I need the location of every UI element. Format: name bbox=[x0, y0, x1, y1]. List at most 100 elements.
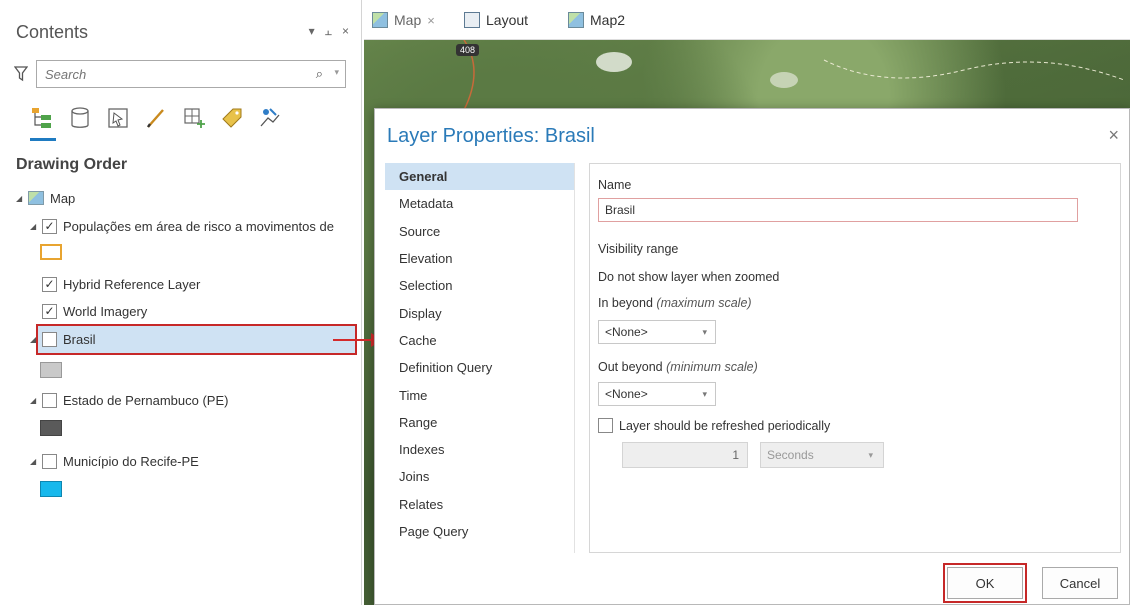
chevron-down-icon: ▾ bbox=[702, 327, 707, 337]
close-icon[interactable]: × bbox=[342, 24, 349, 39]
out-beyond-label: Out beyond (minimum scale) bbox=[598, 360, 758, 374]
name-field[interactable]: Brasil bbox=[598, 198, 1078, 222]
layer-item-hybrid-reference[interactable]: ✓ Hybrid Reference Layer bbox=[42, 272, 200, 296]
nav-item-range[interactable]: Range bbox=[385, 409, 574, 436]
layer-visibility-checkbox[interactable] bbox=[42, 453, 57, 469]
nav-item-time[interactable]: Time bbox=[385, 381, 574, 408]
refresh-unit-select[interactable]: Seconds ▾ bbox=[760, 442, 884, 468]
layer-properties-dialog: Layer Properties: Brasil × General Metad… bbox=[374, 108, 1130, 605]
nav-item-joins[interactable]: Joins bbox=[385, 463, 574, 490]
active-tool-indicator bbox=[30, 138, 56, 141]
chevron-down-icon[interactable]: ▾ bbox=[334, 67, 339, 78]
layer-visibility-checkbox[interactable] bbox=[42, 392, 57, 408]
nav-item-cache[interactable]: Cache bbox=[385, 327, 574, 354]
nav-item-indexes[interactable]: Indexes bbox=[385, 436, 574, 463]
list-by-selection-icon[interactable] bbox=[104, 104, 132, 132]
list-by-labeling-icon[interactable] bbox=[218, 104, 246, 132]
cancel-button[interactable]: Cancel bbox=[1042, 567, 1118, 599]
tab-label: Map bbox=[394, 12, 422, 28]
tab-label: Map2 bbox=[590, 12, 626, 28]
refresh-interval-input[interactable]: 1 bbox=[622, 442, 748, 468]
map-node[interactable]: ◢ Map bbox=[16, 186, 75, 210]
layer-symbol-swatch[interactable] bbox=[40, 244, 62, 260]
list-by-drawing-order-icon[interactable] bbox=[28, 104, 56, 132]
tab-map[interactable]: Map × bbox=[372, 12, 435, 28]
layer-visibility-checkbox[interactable]: ✓ bbox=[42, 218, 57, 234]
tab-layout[interactable]: Layout bbox=[464, 12, 528, 28]
annotation-arrow-line bbox=[333, 339, 373, 341]
close-icon[interactable]: × bbox=[427, 13, 435, 28]
layer-symbol-swatch[interactable] bbox=[40, 481, 62, 497]
nav-item-display[interactable]: Display bbox=[385, 299, 574, 326]
pin-icon[interactable]: ⫠ bbox=[325, 24, 332, 39]
tab-label: Layout bbox=[486, 12, 529, 28]
layer-item-populacoes[interactable]: ◢ ✓ Populações em área de risco a movime… bbox=[30, 214, 334, 238]
list-by-perspective-imagery-icon[interactable] bbox=[256, 104, 284, 132]
expand-triangle-icon[interactable]: ◢ bbox=[30, 335, 38, 344]
view-tab-bar: Map × Layout Map2 bbox=[364, 0, 1130, 40]
in-beyond-hint: (maximum scale) bbox=[656, 296, 752, 310]
pane-menu-icon[interactable]: ▾ bbox=[309, 24, 315, 39]
expand-triangle-icon[interactable]: ◢ bbox=[30, 457, 38, 466]
map-label: Map bbox=[50, 190, 76, 206]
layer-label: Brasil bbox=[63, 331, 96, 347]
layer-label: Hybrid Reference Layer bbox=[63, 276, 201, 292]
list-by-snapping-icon[interactable] bbox=[180, 104, 208, 132]
expand-triangle-icon[interactable]: ◢ bbox=[30, 222, 38, 231]
map-icon bbox=[568, 12, 584, 28]
out-beyond-select[interactable]: <None> ▾ bbox=[598, 382, 716, 406]
ok-button[interactable]: OK bbox=[947, 567, 1023, 599]
in-beyond-label: In beyond (maximum scale) bbox=[598, 296, 752, 310]
layer-item-world-imagery[interactable]: ✓ World Imagery bbox=[42, 299, 147, 323]
map-icon bbox=[372, 12, 388, 28]
expand-triangle-icon[interactable]: ◢ bbox=[30, 396, 38, 405]
layer-symbol-swatch[interactable] bbox=[40, 420, 62, 436]
layer-label: Estado de Pernambuco (PE) bbox=[63, 392, 229, 408]
search-input[interactable] bbox=[37, 61, 297, 87]
layer-label: Município do Recife-PE bbox=[63, 453, 199, 469]
layer-visibility-checkbox[interactable]: ✓ bbox=[42, 303, 57, 319]
nav-item-selection[interactable]: Selection bbox=[385, 272, 574, 299]
layer-item-pernambuco[interactable]: ◢ Estado de Pernambuco (PE) bbox=[30, 388, 228, 412]
pane-title: Contents bbox=[16, 22, 89, 42]
layer-item-brasil[interactable]: ◢ Brasil bbox=[30, 327, 96, 351]
layer-item-recife[interactable]: ◢ Município do Recife-PE bbox=[30, 449, 199, 473]
refresh-checkbox-row[interactable]: Layer should be refreshed periodically bbox=[598, 418, 830, 433]
filter-icon[interactable] bbox=[14, 66, 28, 82]
refresh-checkbox[interactable] bbox=[598, 418, 613, 433]
list-by-editing-icon[interactable] bbox=[142, 104, 170, 132]
contents-toolbar bbox=[28, 102, 284, 134]
tab-map2[interactable]: Map2 bbox=[568, 12, 625, 28]
refresh-label: Layer should be refreshed periodically bbox=[619, 418, 831, 433]
nav-item-page-query[interactable]: Page Query bbox=[385, 518, 574, 545]
in-beyond-select[interactable]: <None> ▾ bbox=[598, 320, 716, 344]
layer-label: Populações em área de risco a movimentos… bbox=[63, 218, 334, 234]
nav-item-general[interactable]: General bbox=[385, 163, 574, 191]
properties-nav-list: General Metadata Source Elevation Select… bbox=[385, 163, 575, 553]
nav-item-metadata[interactable]: Metadata bbox=[385, 190, 574, 217]
contents-pane: Contents ▾ ⫠ × ⌕ ▾ bbox=[0, 0, 362, 605]
refresh-unit-value: Seconds bbox=[767, 448, 814, 462]
nav-item-definition-query[interactable]: Definition Query bbox=[385, 354, 574, 381]
chevron-down-icon: ▾ bbox=[702, 389, 707, 399]
layout-icon bbox=[464, 12, 480, 28]
out-beyond-text: Out beyond bbox=[598, 360, 663, 374]
nav-item-elevation[interactable]: Elevation bbox=[385, 245, 574, 272]
layer-visibility-checkbox[interactable]: ✓ bbox=[42, 276, 57, 292]
expand-triangle-icon[interactable]: ◢ bbox=[16, 194, 24, 203]
name-label: Name bbox=[598, 178, 632, 192]
layer-visibility-checkbox[interactable] bbox=[42, 331, 57, 347]
nav-item-source[interactable]: Source bbox=[385, 218, 574, 245]
close-icon[interactable]: × bbox=[1108, 125, 1119, 146]
nav-item-relates[interactable]: Relates bbox=[385, 491, 574, 518]
pane-controls: ▾ ⫠ × bbox=[309, 24, 349, 39]
general-settings-panel: Name Brasil Visibility range Do not show… bbox=[589, 163, 1121, 553]
do-not-show-label: Do not show layer when zoomed bbox=[598, 270, 780, 284]
map-icon bbox=[28, 191, 44, 205]
visibility-range-label: Visibility range bbox=[598, 242, 679, 256]
layer-symbol-swatch[interactable] bbox=[40, 362, 62, 378]
search-box[interactable]: ⌕ ▾ bbox=[36, 60, 346, 88]
search-icon[interactable]: ⌕ bbox=[316, 66, 323, 82]
list-by-data-source-icon[interactable] bbox=[66, 104, 94, 132]
out-beyond-value: <None> bbox=[605, 387, 648, 401]
